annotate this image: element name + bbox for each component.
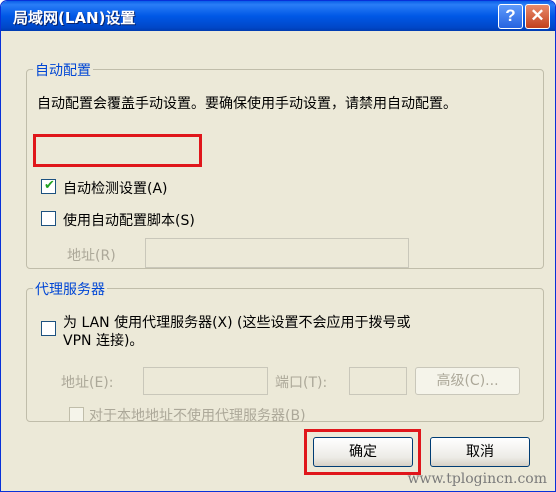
bypass-local-checkbox[interactable] (69, 407, 84, 422)
question-icon: ? (505, 6, 516, 25)
script-address-label: 地址(R) (67, 248, 116, 264)
use-script-checkbox[interactable] (41, 211, 56, 226)
use-proxy-label-line2[interactable]: VPN 连接)。 (63, 330, 143, 350)
auto-detect-checkbox[interactable]: ✔ (41, 178, 56, 194)
dialog-content: 自动配置 自动配置会覆盖手动设置。要确保使用手动设置，请禁用自动配置。 ✔ 自动… (4, 31, 552, 488)
close-icon: ✕ (530, 6, 545, 25)
ok-button-highlight (304, 429, 421, 475)
auto-config-group: 自动配置 自动配置会覆盖手动设置。要确保使用手动设置，请禁用自动配置。 ✔ 自动… (26, 60, 544, 269)
proxy-group: 代理服务器 为 LAN 使用代理服务器(X) (这些设置不会应用于拨号或 VPN… (26, 279, 544, 425)
script-address-input[interactable] (145, 238, 409, 268)
auto-detect-highlight (33, 134, 202, 167)
bypass-local-label[interactable]: 对于本地地址不使用代理服务器(B) (89, 405, 306, 425)
lan-settings-dialog: 局域网(LAN)设置 ? ✕ 自动配置 自动配置会覆盖手动设置。要确保使用手动设… (0, 0, 556, 492)
use-script-label[interactable]: 使用自动配置脚本(S) (63, 210, 195, 230)
title-bar[interactable]: 局域网(LAN)设置 ? ✕ (1, 1, 555, 31)
watermark: www.tplogincn.com (407, 471, 547, 487)
proxy-address-label: 地址(E): (61, 375, 114, 391)
auto-config-description: 自动配置会覆盖手动设置。要确保使用手动设置，请禁用自动配置。 (37, 96, 457, 112)
proxy-address-input[interactable] (143, 367, 268, 395)
close-button[interactable]: ✕ (525, 4, 550, 29)
window-title: 局域网(LAN)设置 (13, 9, 136, 27)
use-proxy-checkbox[interactable] (41, 321, 56, 336)
use-proxy-label-line1[interactable]: 为 LAN 使用代理服务器(X) (这些设置不会应用于拨号或 (63, 312, 411, 332)
proxy-legend: 代理服务器 (33, 279, 107, 299)
proxy-port-label: 端口(T): (275, 375, 328, 391)
auto-config-legend: 自动配置 (33, 60, 93, 80)
advanced-button[interactable]: 高级(C)... (415, 367, 520, 395)
proxy-port-input[interactable] (349, 367, 407, 395)
auto-detect-label[interactable]: 自动检测设置(A) (63, 178, 168, 198)
help-button[interactable]: ? (498, 4, 523, 29)
check-icon: ✔ (44, 178, 55, 193)
cancel-button[interactable]: 取消 (430, 437, 530, 467)
